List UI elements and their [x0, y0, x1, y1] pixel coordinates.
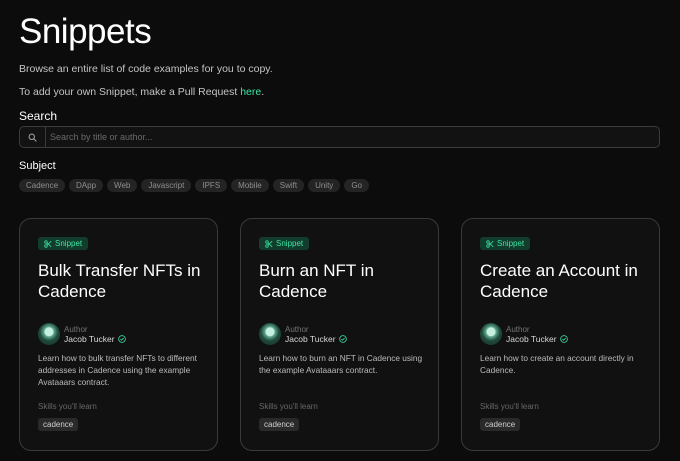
- chip-cadence[interactable]: Cadence: [19, 179, 66, 192]
- avatar: [480, 323, 502, 345]
- snippets-page: Snippets Browse an entire list of code e…: [19, 0, 661, 461]
- chip-javascript[interactable]: Javascript: [141, 179, 192, 192]
- badge-label: Snippet: [276, 239, 304, 248]
- badge-label: Snippet: [55, 239, 83, 248]
- author-label: Author: [64, 325, 88, 334]
- avatar: [259, 323, 281, 345]
- card-title: Burn an NFT in Cadence: [259, 261, 374, 301]
- scissors-icon: [44, 239, 52, 248]
- author-label: Author: [506, 325, 530, 334]
- chip-unity[interactable]: Unity: [308, 179, 341, 192]
- snippet-badge: Snippet: [480, 237, 531, 250]
- chip-go[interactable]: Go: [344, 179, 369, 192]
- skills-label: Skills you'll learn: [259, 402, 318, 411]
- card-title: Bulk Transfer NFTs in Cadence: [38, 261, 201, 301]
- search-box[interactable]: [19, 126, 660, 148]
- skills-label: Skills you'll learn: [480, 402, 539, 411]
- verified-check-icon: [117, 335, 126, 343]
- author-name: Jacob Tucker: [64, 334, 126, 344]
- card-title: Create an Account in Cadence: [480, 261, 638, 301]
- verified-check-icon: [338, 335, 347, 343]
- search-label: Search: [19, 109, 58, 123]
- snippet-card-burn-nft[interactable]: Snippet Burn an NFT in Cadence Author Ja…: [240, 218, 439, 451]
- chip-ipfs[interactable]: IPFS: [195, 179, 228, 192]
- skill-chip: cadence: [480, 418, 521, 431]
- card-description: Learn how to bulk transfer NFTs to diffe…: [38, 353, 197, 387]
- chip-mobile[interactable]: Mobile: [231, 179, 269, 192]
- subject-label: Subject: [19, 160, 56, 172]
- page-title: Snippets: [19, 12, 152, 51]
- scissors-icon: [486, 239, 494, 248]
- skill-chip: cadence: [38, 418, 79, 431]
- scissors-icon: [265, 239, 273, 248]
- page-description: Browse an entire list of code examples f…: [19, 63, 273, 75]
- skills-label: Skills you'll learn: [38, 402, 97, 411]
- author-name-text: Jacob Tucker: [285, 334, 336, 344]
- badge-label: Snippet: [497, 239, 525, 248]
- snippet-card-create-account[interactable]: Snippet Create an Account in Cadence Aut…: [461, 218, 660, 451]
- card-description: Learn how to burn an NFT in Cadence usin…: [259, 353, 423, 375]
- chip-dapp[interactable]: DApp: [69, 179, 104, 192]
- avatar: [38, 323, 60, 345]
- author-name-text: Jacob Tucker: [506, 334, 557, 344]
- search-icon: [20, 127, 46, 147]
- snippet-badge: Snippet: [259, 237, 310, 250]
- contribute-text: To add your own Snippet, make a Pull Req…: [19, 86, 264, 98]
- snippet-card-bulk-transfer[interactable]: Snippet Bulk Transfer NFTs in Cadence Au…: [19, 218, 218, 451]
- search-input[interactable]: [46, 127, 659, 147]
- contribute-prefix: To add your own Snippet, make a Pull Req…: [19, 86, 241, 98]
- chip-swift[interactable]: Swift: [272, 179, 305, 192]
- snippet-badge: Snippet: [38, 237, 89, 250]
- chip-web[interactable]: Web: [107, 179, 138, 192]
- author-name: Jacob Tucker: [285, 334, 347, 344]
- contribute-suffix: .: [261, 86, 265, 98]
- subject-filter-chips: Cadence DApp Web Javascript IPFS Mobile …: [19, 179, 369, 192]
- skill-chip: cadence: [259, 418, 300, 431]
- card-description: Learn how to create an account directly …: [480, 353, 634, 375]
- author-name-text: Jacob Tucker: [64, 334, 115, 344]
- pull-request-link[interactable]: here: [240, 86, 261, 98]
- verified-check-icon: [559, 335, 568, 343]
- author-name: Jacob Tucker: [506, 334, 568, 344]
- author-label: Author: [285, 325, 309, 334]
